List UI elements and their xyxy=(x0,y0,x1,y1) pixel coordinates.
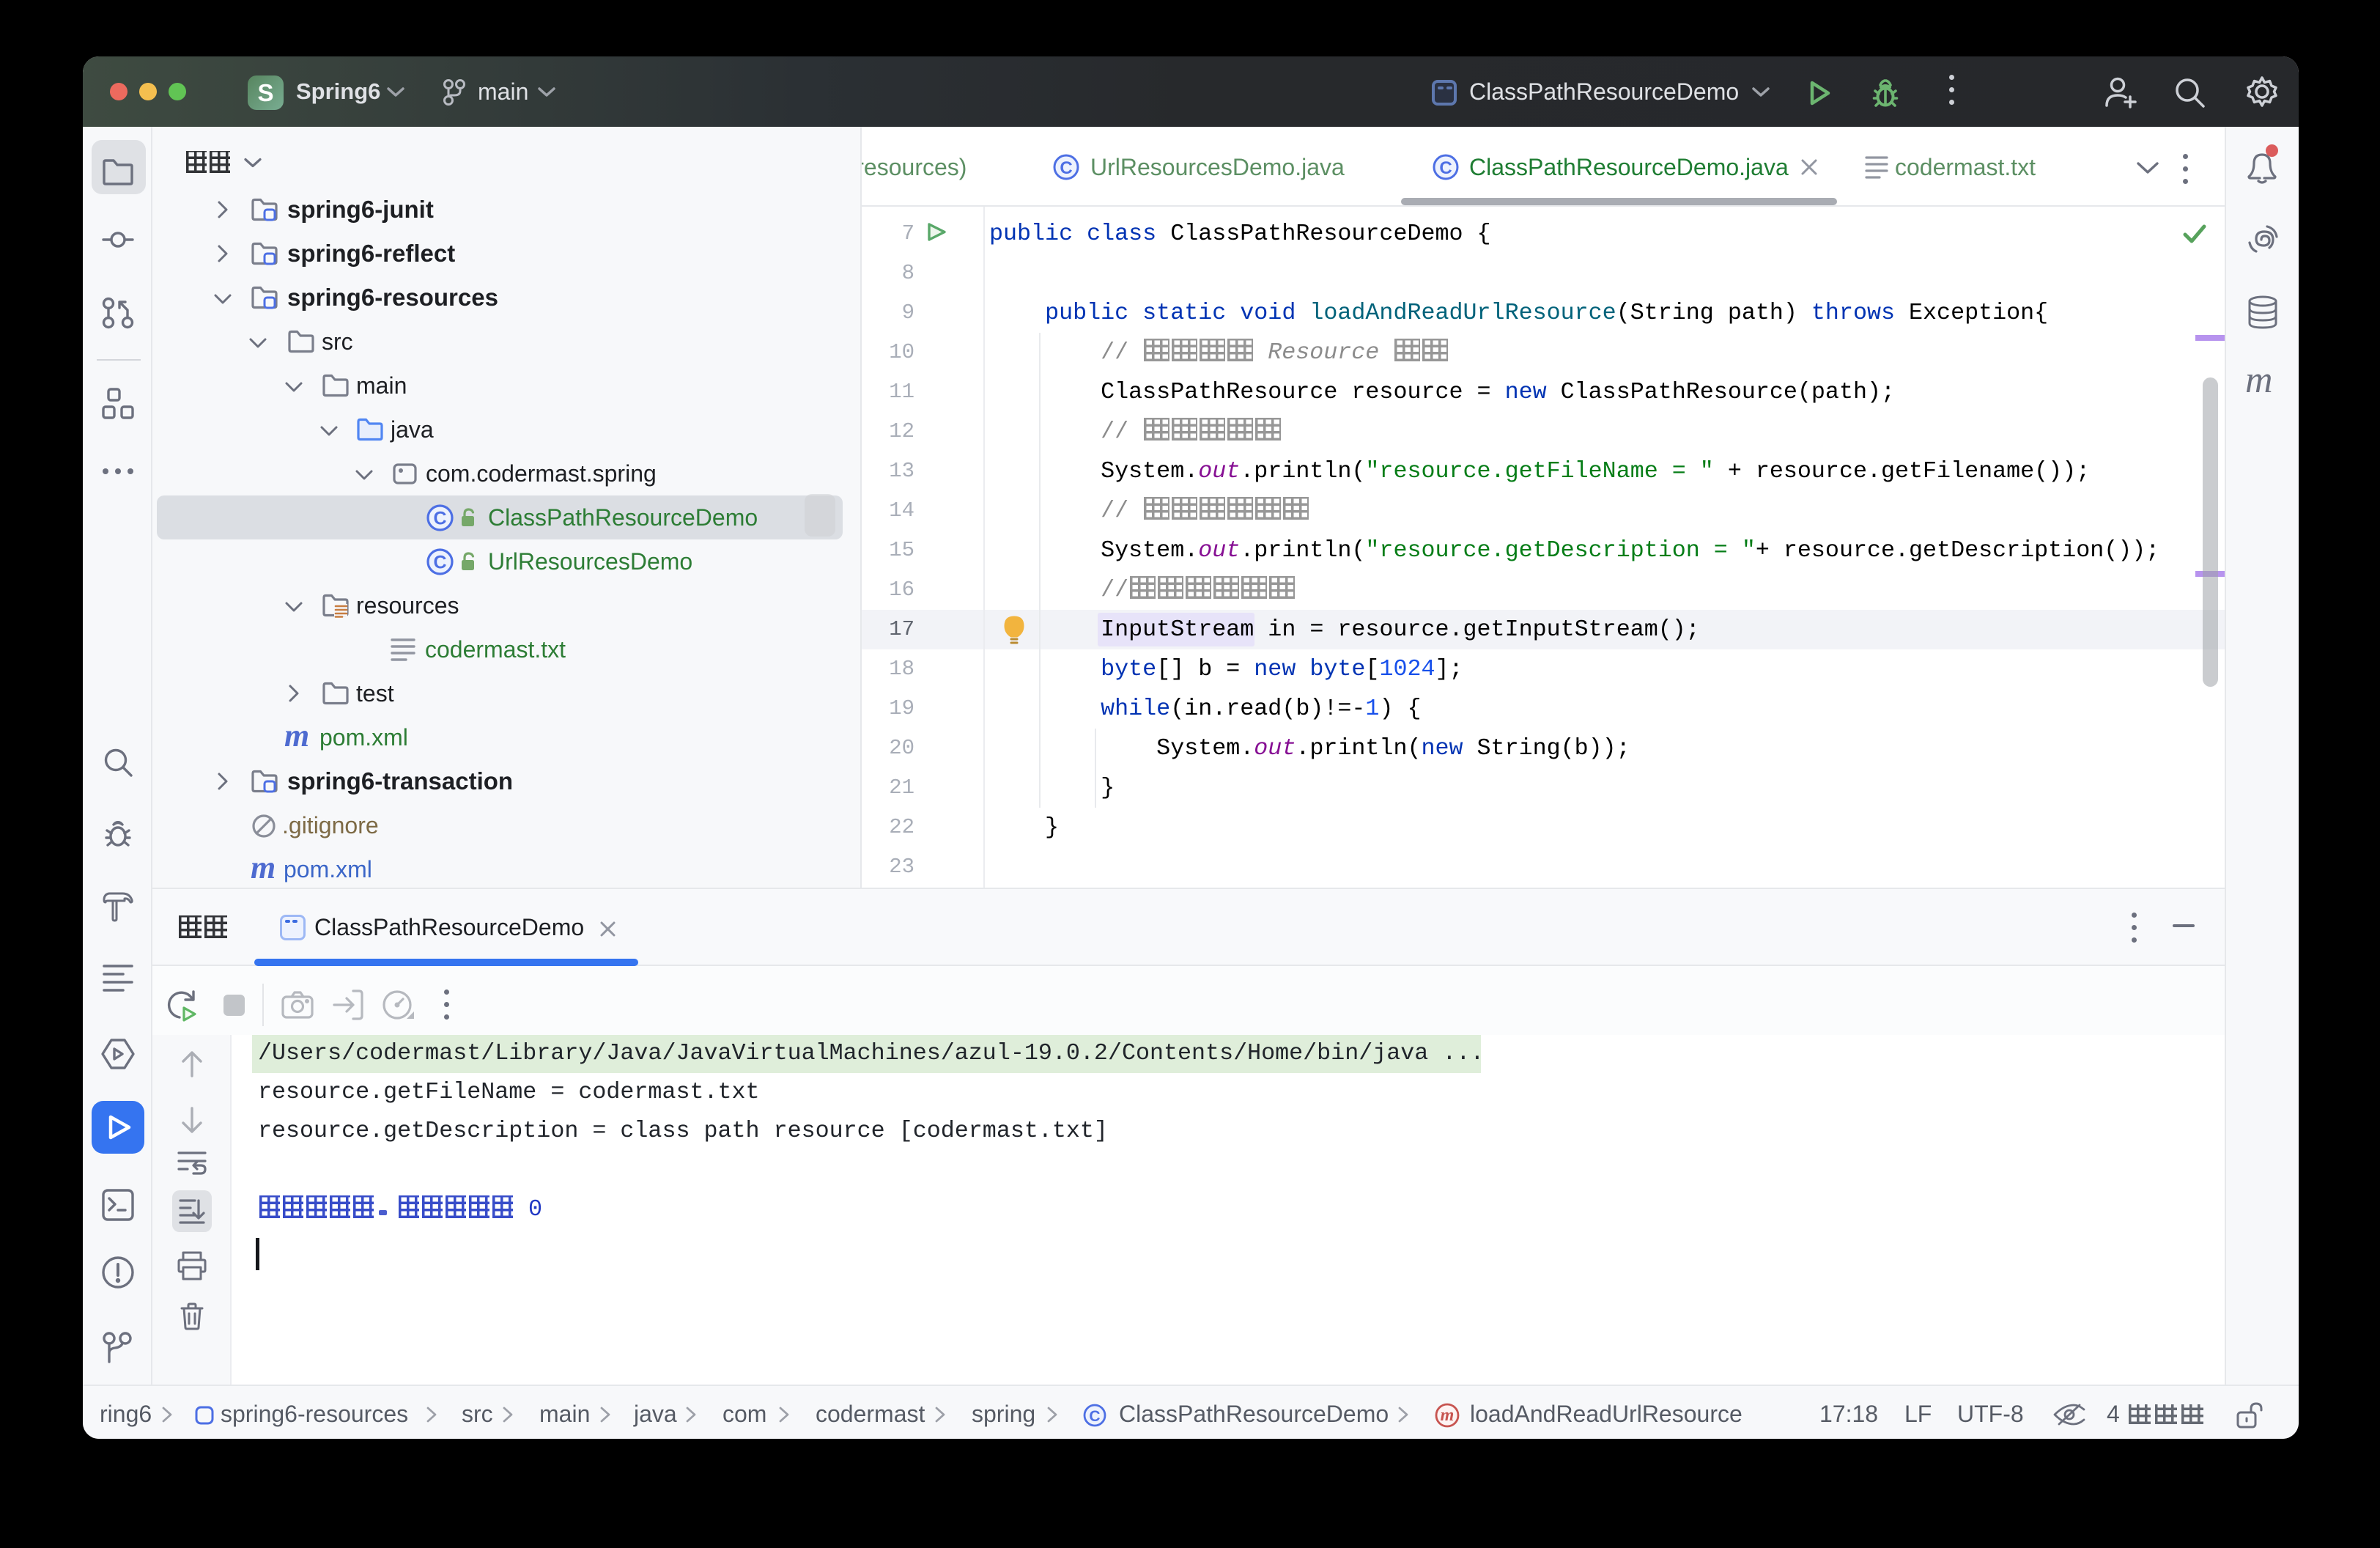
svg-text:C: C xyxy=(1089,1408,1100,1425)
svg-text:C: C xyxy=(433,553,446,573)
svg-text:m: m xyxy=(1441,1406,1455,1425)
svg-text:C: C xyxy=(433,509,446,529)
svg-text:C: C xyxy=(1060,158,1072,178)
svg-text:C: C xyxy=(1439,158,1452,178)
